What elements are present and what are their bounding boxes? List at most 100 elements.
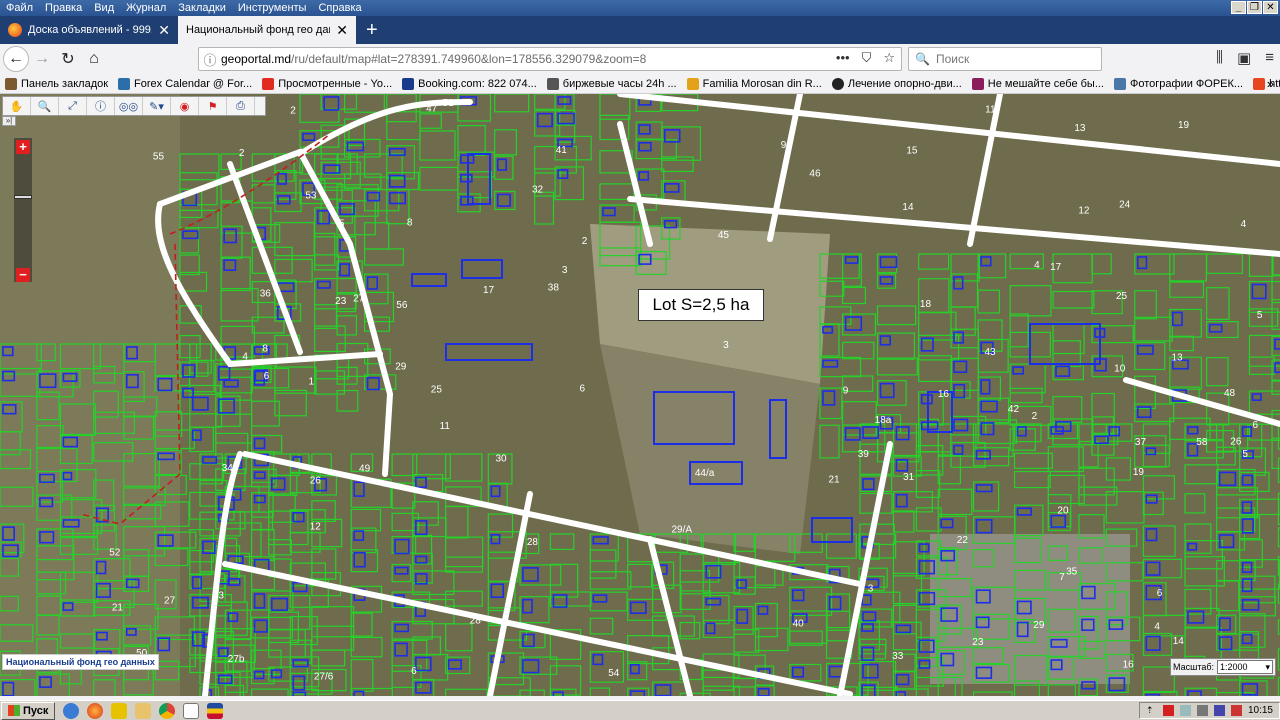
restore-button[interactable]: ❐	[1247, 1, 1262, 14]
parcel-number-label: 4	[1034, 260, 1040, 271]
flag-icon[interactable]: ⚑	[199, 97, 227, 115]
bookmark-item[interactable]: Лечение опорно-дви...	[827, 77, 967, 90]
map-toolbar: ✋ 🔍 ⤢ ⓘ ◎◎ ✎▾ ◉ ⚑ ⎙	[2, 96, 266, 116]
menu-bar: Файл Правка Вид Журнал Закладки Инструме…	[0, 0, 1280, 16]
zoom-slider-handle[interactable]	[14, 195, 32, 199]
menu-help[interactable]: Справка	[312, 0, 367, 16]
hamburger-menu-icon[interactable]: ≡	[1265, 49, 1274, 67]
tab-geoportal[interactable]: Национальный фонд гео данных ✕	[178, 16, 356, 44]
parcel-number-label: 9	[781, 140, 787, 151]
chrome-icon[interactable]	[159, 702, 176, 719]
tab-999[interactable]: Доска объявлений - 999.md ✕	[0, 16, 178, 44]
close-window-button[interactable]: ✕	[1263, 1, 1278, 14]
bookmark-item[interactable]: Не мешайте себе бы...	[967, 77, 1109, 90]
parcel-number-label: 21	[112, 602, 124, 613]
parcel-number-label: 25	[431, 385, 443, 396]
scale-select[interactable]: 1:2000	[1217, 660, 1274, 674]
page-actions-icon[interactable]: •••	[836, 50, 850, 66]
record-icon[interactable]: ◉	[171, 97, 199, 115]
parcel-number-label: 28	[527, 537, 539, 548]
volume-icon[interactable]	[1196, 705, 1208, 716]
flag-app-icon[interactable]	[207, 702, 224, 719]
hand-icon[interactable]: ✋	[3, 97, 31, 115]
info-icon[interactable]: ⓘ	[87, 97, 115, 115]
bookmark-item[interactable]: Forex Calendar @ For...	[113, 77, 257, 90]
parcel-number-label: 11	[985, 104, 996, 115]
minimize-button[interactable]: _	[1231, 1, 1246, 14]
forward-button[interactable]: →	[29, 46, 55, 72]
parcel-number-label: 14	[902, 202, 914, 213]
binoculars-icon[interactable]: ◎◎	[115, 97, 143, 115]
address-bar[interactable]: ⓘ geoportal.md/ru/default/map#lat=278391…	[198, 47, 902, 71]
bookmark-item[interactable]: https://best.aliexpres...	[1248, 77, 1280, 90]
bookmark-star-icon[interactable]: ☆	[883, 50, 895, 66]
close-tab-icon[interactable]: ✕	[158, 22, 170, 39]
scale-label: Масштаб:	[1173, 662, 1215, 672]
parcel-number-label: 34	[222, 463, 234, 474]
library-icon[interactable]: ⫼	[1216, 49, 1223, 67]
back-button[interactable]: ←	[3, 46, 29, 72]
menu-history[interactable]: Журнал	[120, 0, 172, 16]
parcel-number-label: 4	[1241, 219, 1247, 230]
bookmarks-overflow-icon[interactable]: »	[1267, 76, 1274, 91]
bookmark-item[interactable]: биржевые часы 24h ...	[542, 77, 682, 90]
start-button[interactable]: Пуск	[1, 701, 56, 720]
reload-button[interactable]: ↻	[55, 46, 81, 72]
zoom-out-button[interactable]: −	[16, 268, 30, 282]
measure-icon[interactable]: ✎▾	[143, 97, 171, 115]
new-tab-button[interactable]: +	[356, 16, 388, 44]
forex-icon	[118, 77, 131, 90]
cadastral-map[interactable]: 9151711121418202322252729333536404244/a4…	[0, 94, 1280, 696]
parcel-number-label: 36	[260, 289, 272, 300]
app-icon[interactable]	[111, 702, 128, 719]
security-icon[interactable]	[1230, 705, 1242, 716]
parcel-number-label: 5	[1242, 449, 1248, 460]
pocket-icon[interactable]: ⛉	[862, 50, 872, 66]
parcel-number-label: 23	[335, 296, 347, 307]
site-info-icon[interactable]: ⓘ	[199, 50, 221, 69]
network-icon[interactable]	[1179, 705, 1191, 716]
menu-edit[interactable]: Правка	[39, 0, 88, 16]
bookmark-item[interactable]: Booking.com: 822 074...	[397, 77, 542, 90]
zoom-icon[interactable]: 🔍	[31, 97, 59, 115]
parcel-number-label: 14	[1173, 636, 1185, 647]
sidebar-icon[interactable]: ▣	[1237, 49, 1251, 67]
parcel-number-label: 33	[892, 651, 904, 662]
zoom-in-button[interactable]: +	[16, 140, 30, 154]
search-input[interactable]: 🔍 Поиск	[908, 47, 1102, 71]
menu-view[interactable]: Вид	[88, 0, 120, 16]
arrow-up-icon[interactable]: ⇡	[1146, 705, 1157, 716]
parcel-number-label: 58	[1196, 437, 1208, 448]
bookmark-item[interactable]: Фотографии ФОРЕК...	[1109, 77, 1248, 90]
full-extent-icon[interactable]: ⤢	[59, 97, 87, 115]
menu-tools[interactable]: Инструменты	[232, 0, 313, 16]
print-icon[interactable]: ⎙	[227, 97, 255, 115]
bookmark-item[interactable]: Панель закладок	[0, 77, 113, 90]
bookmark-label: Familia Morosan din R...	[702, 77, 822, 90]
windows-flag-icon	[8, 705, 20, 716]
close-tab-icon[interactable]: ✕	[336, 22, 348, 39]
parcel-number-label: 3	[723, 340, 729, 351]
bookmark-item[interactable]: Familia Morosan din R...	[682, 77, 827, 90]
firefox-favicon-icon	[8, 23, 22, 37]
menu-bookmarks[interactable]: Закладки	[172, 0, 232, 16]
firefox-icon[interactable]	[87, 702, 104, 719]
parcel-number-label: 27b	[228, 654, 245, 665]
folder-icon[interactable]	[135, 702, 152, 719]
collapse-toggle-icon[interactable]: »|	[2, 116, 16, 126]
tab-label: Национальный фонд гео данных	[186, 24, 330, 36]
language-icon[interactable]	[1213, 705, 1225, 716]
document-icon[interactable]	[183, 702, 200, 719]
aliexpress-icon	[1253, 77, 1266, 90]
parcel-number-label: 19	[1133, 467, 1145, 478]
parcel-number-label: 5	[339, 219, 345, 230]
menu-file[interactable]: Файл	[0, 0, 39, 16]
ie-icon[interactable]	[63, 702, 80, 719]
map-viewport[interactable]: 9151711121418202322252729333536404244/a4…	[0, 94, 1280, 696]
zoom-slider-track[interactable]	[14, 138, 32, 282]
parcel-number-label: 7	[384, 459, 390, 470]
antivirus-icon[interactable]	[1162, 705, 1174, 716]
parcel-number-label: 2	[1032, 411, 1038, 422]
bookmark-item[interactable]: Просмотренные - Yo...	[257, 77, 397, 90]
home-button[interactable]: ⌂	[81, 46, 107, 72]
